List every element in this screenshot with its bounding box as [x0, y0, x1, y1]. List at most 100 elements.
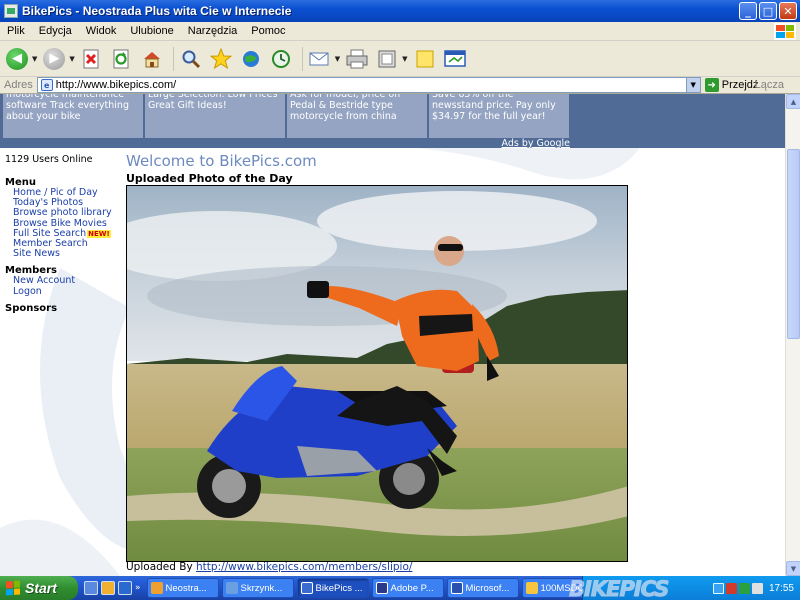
ie-window-icon[interactable]: [4, 4, 18, 18]
mail-icon: [309, 52, 329, 65]
title-bar: BikePics - Neostrada Plus wita Cie w Int…: [0, 0, 800, 22]
discuss-icon: [416, 50, 434, 67]
ad-banner: motorcycle maintenance software Track ev…: [0, 94, 785, 149]
sidebar-link-logon[interactable]: Logon: [5, 286, 120, 297]
ad-box[interactable]: Large Selection. Low Prices Great Gift I…: [145, 94, 286, 138]
stop-icon: [83, 49, 99, 68]
toolbar-separator: [172, 46, 174, 71]
taskbar-item-adobe[interactable]: Adobe P...: [371, 578, 444, 598]
mail-button[interactable]: [307, 46, 333, 72]
users-online: 1129 Users Online: [5, 154, 93, 165]
menu-file[interactable]: Plik: [0, 25, 32, 37]
back-icon: ◀: [6, 47, 28, 70]
history-icon: [271, 49, 290, 68]
page-title: Welcome to BikePics.com: [126, 152, 317, 170]
menu-bar: Plik Edycja Widok Ulubione Narzędzia Pom…: [0, 22, 800, 41]
mail-dropdown-icon[interactable]: ▼: [335, 55, 340, 63]
search-icon: [182, 50, 200, 68]
favorites-button[interactable]: [208, 46, 234, 72]
menu-favorites[interactable]: Ulubione: [123, 25, 180, 37]
toolbar-separator: [301, 46, 303, 71]
system-tray: BIKEPICS 17:55: [568, 576, 800, 601]
uploaded-by: Uploaded By http://www.bikepics.com/memb…: [126, 561, 413, 573]
address-dropdown-icon[interactable]: ▼: [685, 78, 700, 92]
address-bar: Adres e http://www.bikepics.com/ ▼ ➜ Prz…: [0, 77, 800, 94]
toolbar: ◀ ▼ ▶ ▼ ▼ ▼: [0, 41, 800, 77]
links-label[interactable]: Łącza: [755, 79, 784, 91]
maximize-button[interactable]: □: [759, 2, 777, 20]
menu-help[interactable]: Pomoc: [244, 25, 292, 37]
taskbar-item-microsoft[interactable]: Microsof...: [446, 578, 519, 598]
go-button[interactable]: ➜ Przejdź: [704, 78, 759, 92]
quicklaunch-more-icon[interactable]: »: [135, 583, 141, 593]
address-input[interactable]: e http://www.bikepics.com/ ▼: [36, 77, 701, 93]
page-icon: e: [40, 79, 53, 91]
vertical-scrollbar[interactable]: ▲ ▼: [785, 94, 800, 576]
home-icon: [143, 51, 160, 67]
rider-motorcycle-photo: [127, 186, 627, 561]
ie-quicklaunch-icon[interactable]: [118, 581, 132, 595]
clock[interactable]: 17:55: [769, 583, 794, 594]
messenger-button[interactable]: [442, 46, 468, 72]
section-title: Uploaded Photo of the Day: [126, 172, 293, 185]
address-url[interactable]: http://www.bikepics.com/: [56, 79, 176, 91]
window-title: BikePics - Neostrada Plus wita Cie w Int…: [22, 4, 292, 18]
quick-launch: [84, 581, 132, 595]
menu-tools[interactable]: Narzędzia: [181, 25, 245, 37]
uploader-link[interactable]: http://www.bikepics.com/members/slipio/: [196, 561, 412, 573]
close-button[interactable]: ✕: [779, 2, 797, 20]
edit-button[interactable]: [374, 46, 400, 72]
back-dropdown-icon[interactable]: ▼: [32, 55, 37, 63]
scroll-up-button[interactable]: ▲: [786, 94, 800, 109]
taskbar: Start » Neostra... Skrzynk... BikePics .…: [0, 576, 800, 601]
history-button[interactable]: [268, 46, 294, 72]
sidebar: 1129 Users Online Menu Home / Pic of Day…: [5, 154, 120, 314]
go-arrow-icon: ➜: [704, 78, 719, 92]
media-icon: [242, 50, 259, 67]
search-button[interactable]: [178, 46, 204, 72]
ad-box[interactable]: Ask for model, price on Pedal & Bestride…: [287, 94, 428, 138]
go-label: Przejdź: [721, 79, 759, 91]
ad-box[interactable]: motorcycle maintenance software Track ev…: [3, 94, 144, 138]
windows-logo-icon: [774, 23, 796, 40]
discuss-button[interactable]: [412, 46, 438, 72]
menu-view[interactable]: Widok: [79, 25, 124, 37]
bikepics-logo: BIKEPICS: [568, 577, 669, 601]
scroll-down-button[interactable]: ▼: [786, 561, 800, 576]
photo-of-the-day[interactable]: [126, 185, 628, 562]
show-desktop-icon[interactable]: [84, 581, 98, 595]
favorites-icon: [209, 47, 232, 69]
taskbar-item-bikepics[interactable]: BikePics ...: [296, 578, 369, 598]
tray-network-icon[interactable]: [712, 582, 724, 594]
sponsors-heading: Sponsors: [5, 302, 58, 314]
messenger-icon: [443, 49, 466, 67]
taskbar-item-inbox[interactable]: Skrzynk...: [221, 578, 294, 598]
minimize-button[interactable]: _: [739, 2, 757, 20]
menu-edit[interactable]: Edycja: [32, 25, 79, 37]
edit-dropdown-icon[interactable]: ▼: [402, 55, 407, 63]
forward-button[interactable]: ▶: [41, 46, 67, 72]
windows-flag-icon: [6, 580, 20, 596]
scroll-thumb[interactable]: [787, 149, 800, 339]
refresh-button[interactable]: [109, 46, 135, 72]
back-button[interactable]: ◀: [4, 46, 30, 72]
print-button[interactable]: [344, 46, 370, 72]
start-button[interactable]: Start: [0, 576, 78, 600]
edit-icon: [378, 50, 396, 67]
ad-box[interactable]: Save 65% off the newsstand price. Pay on…: [429, 94, 570, 138]
media-button[interactable]: [238, 46, 264, 72]
media-player-icon[interactable]: [101, 581, 115, 595]
sidebar-link-site-news[interactable]: Site News: [5, 249, 120, 259]
taskbar-item-neostrada[interactable]: Neostra...: [146, 578, 219, 598]
address-label: Adres: [4, 79, 33, 91]
new-badge: NEW!: [87, 229, 111, 238]
tray-messenger-icon[interactable]: [738, 582, 750, 594]
forward-dropdown-icon[interactable]: ▼: [69, 55, 74, 63]
refresh-icon: [113, 49, 129, 68]
forward-icon: ▶: [43, 47, 66, 70]
stop-button[interactable]: [79, 46, 105, 72]
home-button[interactable]: [139, 46, 165, 72]
page-viewport: motorcycle maintenance software Track ev…: [0, 94, 785, 576]
tray-antivirus-icon[interactable]: [725, 582, 737, 594]
tray-volume-icon[interactable]: [751, 582, 763, 594]
